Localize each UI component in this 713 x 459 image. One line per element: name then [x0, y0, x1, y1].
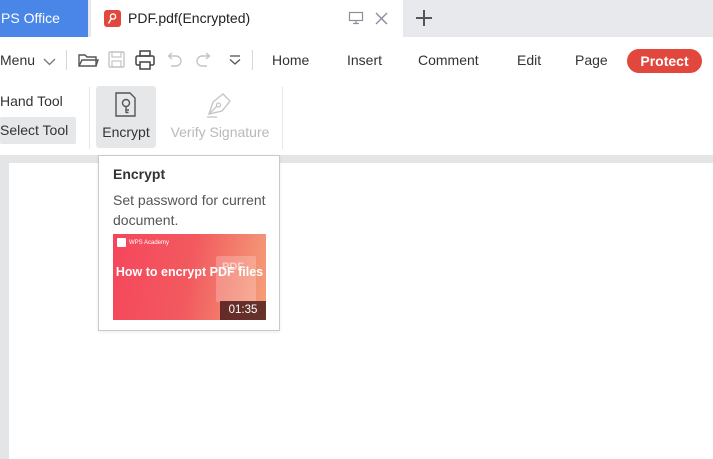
pdf-file-icon: [104, 10, 121, 27]
print-icon[interactable]: [134, 49, 156, 71]
tab-edit[interactable]: Edit: [517, 37, 541, 83]
pen-nib-icon: [203, 90, 235, 125]
tab-document[interactable]: PDF.pdf(Encrypted): [91, 0, 403, 37]
encrypt-label: Encrypt: [102, 124, 150, 140]
new-tab-icon[interactable]: [414, 8, 434, 33]
tab-protect[interactable]: Protect: [627, 49, 702, 73]
encrypt-tooltip: Encrypt Set password for current documen…: [98, 155, 280, 331]
tooltip-title: Encrypt: [113, 166, 166, 182]
customize-toolbar-icon[interactable]: [224, 49, 246, 71]
encrypt-icon: [111, 90, 141, 125]
wps-logo-icon: [117, 238, 126, 247]
tab-page[interactable]: Page: [575, 37, 608, 83]
undo-icon[interactable]: [163, 49, 185, 71]
divider: [89, 87, 90, 149]
tooltip-description: Set password for current document.: [113, 192, 266, 228]
video-title: How to encrypt PDF files: [115, 265, 264, 279]
verify-signature-label: Verify Signature: [170, 124, 270, 140]
tab-bar: PS Office PDF.pdf(Encrypted): [0, 0, 713, 37]
tab-wps-office[interactable]: PS Office: [0, 0, 88, 37]
encrypt-button[interactable]: Encrypt: [96, 86, 156, 148]
redo-icon[interactable]: [193, 49, 215, 71]
verify-signature-button[interactable]: Verify Signature: [166, 86, 274, 148]
tab-home[interactable]: Home: [272, 37, 309, 83]
protect-toolbar: Hand Tool Select Tool Encrypt Verify Sig…: [0, 83, 713, 155]
open-folder-icon[interactable]: [77, 49, 99, 71]
brand-label: WPS Academy: [129, 240, 170, 247]
tutorial-video-thumbnail[interactable]: WPS Academy PDF How to encrypt PDF files…: [113, 234, 266, 320]
chevron-down-icon[interactable]: [43, 54, 56, 72]
menu-button[interactable]: Menu: [0, 37, 35, 83]
hand-tool-button[interactable]: Hand Tool: [0, 89, 63, 113]
monitor-icon[interactable]: [348, 11, 364, 30]
close-tab-icon[interactable]: [374, 11, 389, 31]
tab-wps-office-label: PS Office: [1, 10, 60, 26]
save-icon[interactable]: [106, 49, 128, 71]
video-duration: 01:35: [220, 301, 266, 320]
document-tab-title: PDF.pdf(Encrypted): [128, 10, 251, 26]
tab-comment[interactable]: Comment: [418, 37, 479, 83]
divider: [252, 50, 253, 70]
divider: [282, 87, 283, 149]
select-tool-button[interactable]: Select Tool: [0, 117, 76, 144]
wps-academy-logo: WPS Academy: [117, 238, 169, 248]
divider: [66, 50, 67, 70]
ribbon-bar: Menu Home Insert Comment Edit Page Prote…: [0, 37, 713, 83]
tab-insert[interactable]: Insert: [347, 37, 382, 83]
